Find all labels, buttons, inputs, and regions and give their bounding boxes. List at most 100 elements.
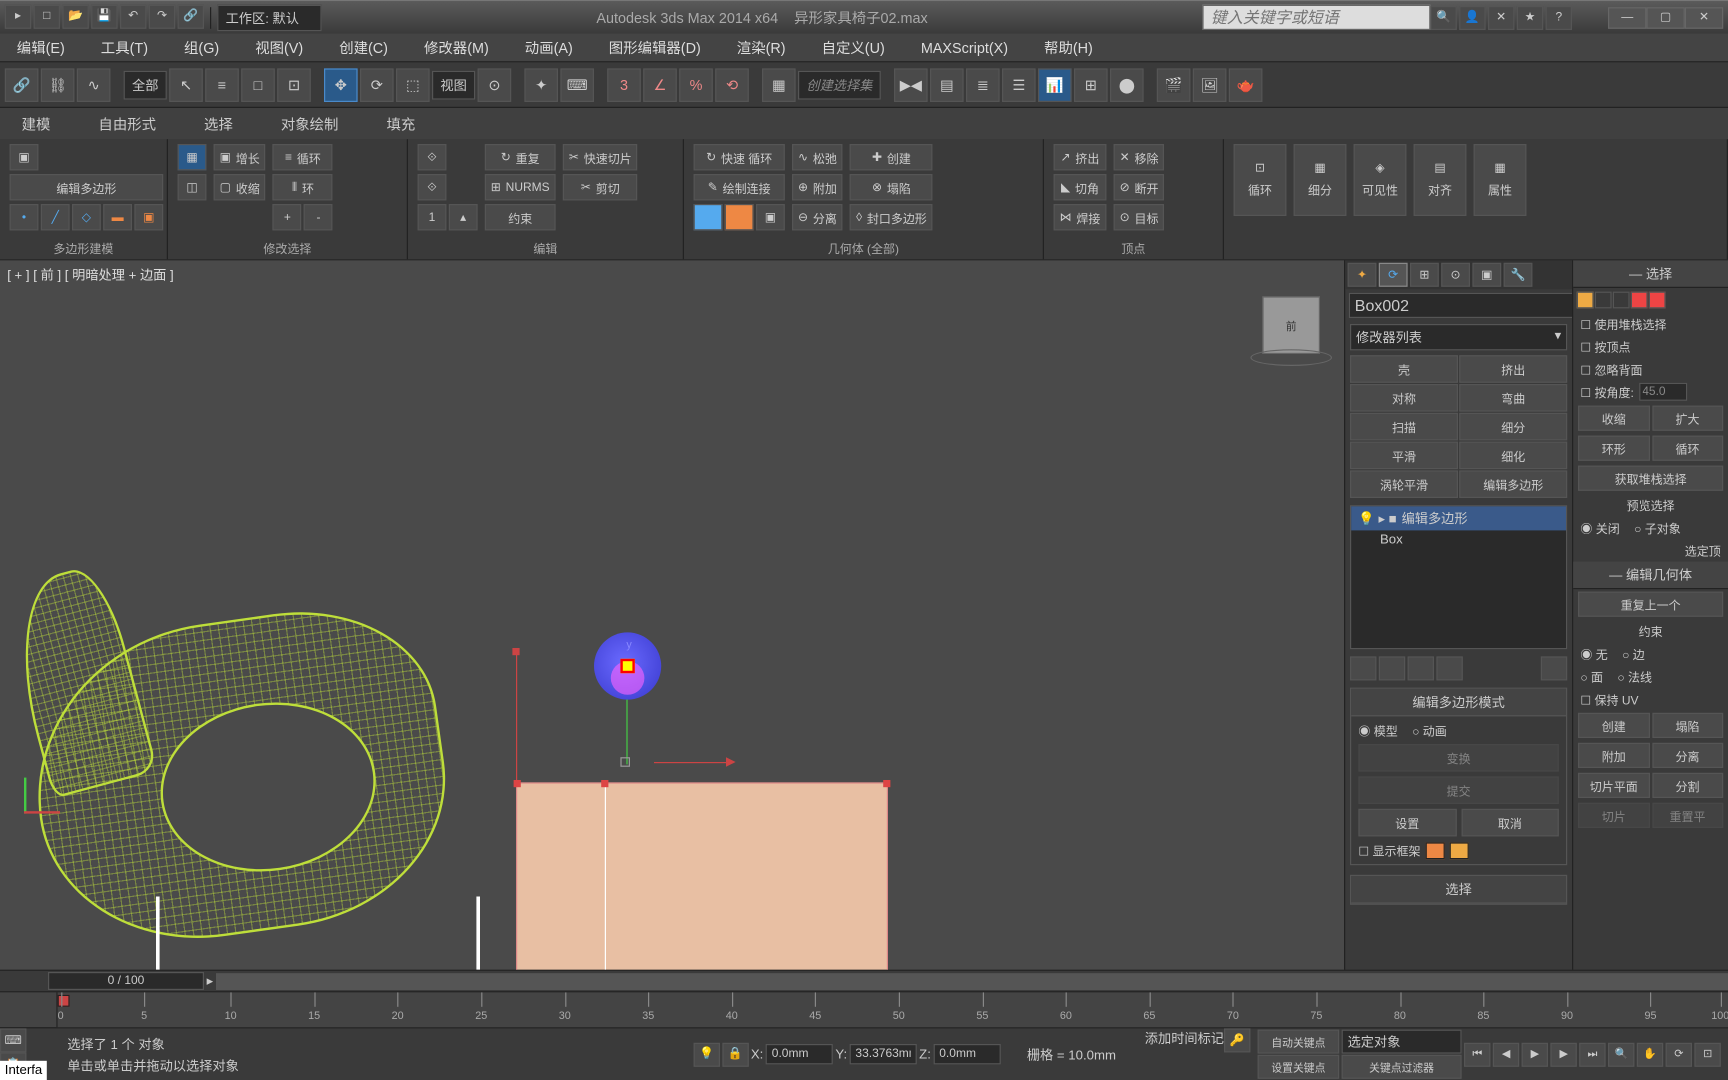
mod-refine[interactable]: 细化: [1459, 442, 1567, 470]
layer-icon[interactable]: ≣: [966, 68, 1000, 102]
sv-edge[interactable]: [1595, 292, 1612, 309]
remove-btn[interactable]: ✕ 移除: [1114, 144, 1165, 170]
big-loop[interactable]: ⊡循环: [1234, 144, 1287, 216]
mirror-icon[interactable]: ▶◀: [894, 68, 928, 102]
settings-btn[interactable]: 设置: [1358, 809, 1456, 837]
search-input[interactable]: [1202, 5, 1430, 30]
scale-icon[interactable]: ⬚: [396, 68, 430, 102]
menu-view[interactable]: 视图(V): [248, 32, 310, 62]
modifier-list[interactable]: 修改器列表▾: [1350, 324, 1567, 350]
keyboard-icon[interactable]: ⌨: [560, 68, 594, 102]
menu-group[interactable]: 组(G): [177, 32, 227, 62]
cut-btn[interactable]: ✂ 剪切: [563, 174, 638, 200]
unique-icon[interactable]: [1408, 656, 1434, 680]
box-object[interactable]: [516, 782, 888, 969]
cancel-btn[interactable]: 取消: [1461, 809, 1559, 837]
swift-icon[interactable]: ⟐: [418, 144, 447, 170]
c-edge[interactable]: ○ 边: [1622, 644, 1645, 662]
chamfer-btn[interactable]: ◣ 切角: [1054, 174, 1107, 200]
sel-lock-dd[interactable]: 选定对象: [1342, 1030, 1462, 1054]
pivot-icon[interactable]: ⊙: [478, 68, 512, 102]
modifier-stack[interactable]: 💡 ▸ ■ 编辑多边形 Box: [1350, 505, 1567, 649]
preview-subobj[interactable]: ○ 子对象: [1634, 518, 1681, 536]
s-slice-plane[interactable]: 切片平面: [1578, 773, 1649, 798]
loop-sel[interactable]: 循环: [1652, 436, 1723, 461]
grow-btn[interactable]: ▣ 增长: [214, 144, 266, 170]
signin-icon[interactable]: 👤: [1459, 5, 1485, 29]
show-end-icon[interactable]: [1379, 656, 1405, 680]
open-icon[interactable]: 📂: [62, 4, 88, 28]
ignore-icon[interactable]: ◫: [178, 174, 207, 200]
mod-editpoly[interactable]: 编辑多边形: [1459, 470, 1567, 498]
preview-off[interactable]: ◉ 关闭: [1580, 518, 1619, 536]
next-frame[interactable]: ▶: [1550, 1042, 1576, 1066]
panel-edit[interactable]: 编辑: [418, 239, 674, 257]
by-angle-check[interactable]: ☐ 按角度:: [1580, 383, 1633, 401]
tab-freeform[interactable]: 自由形式: [86, 109, 168, 139]
element-icon[interactable]: ▣: [134, 204, 163, 230]
loop-btn[interactable]: ≡ 循环: [273, 144, 333, 170]
tab-modeling[interactable]: 建模: [10, 109, 63, 139]
timeline[interactable]: 0 / 100 ▸: [0, 970, 1728, 992]
mod-turbo[interactable]: 涡轮平滑: [1350, 470, 1458, 498]
minimize-button[interactable]: —: [1608, 7, 1646, 29]
break-btn[interactable]: ⊘ 断开: [1114, 174, 1165, 200]
nurms-btn[interactable]: ⊞ NURMS: [485, 174, 556, 200]
ring-btn[interactable]: ⦀ 环: [273, 174, 333, 200]
render-icon[interactable]: 🫖: [1229, 68, 1263, 102]
num1[interactable]: 1: [418, 204, 447, 230]
lock-icon[interactable]: 💡: [693, 1042, 719, 1066]
set-key-btn[interactable]: 设置关键点: [1258, 1055, 1340, 1079]
qslice-btn[interactable]: ✂ 快速切片: [563, 144, 638, 170]
mod-subdivide[interactable]: 细分: [1459, 413, 1567, 441]
nav-max[interactable]: ⊡: [1694, 1042, 1720, 1066]
s-attach[interactable]: 附加: [1578, 743, 1649, 768]
big-subdiv[interactable]: ▦细分: [1294, 144, 1347, 216]
align-icon[interactable]: ▤: [930, 68, 964, 102]
shrink-sel[interactable]: 收缩: [1578, 406, 1649, 431]
angle-input[interactable]: [1639, 383, 1687, 401]
c2[interactable]: [725, 204, 754, 230]
num-spin[interactable]: ▴: [449, 204, 478, 230]
panel-geometry[interactable]: 几何体 (全部): [694, 239, 1034, 257]
mod-symmetry[interactable]: 对称: [1350, 384, 1458, 412]
c1[interactable]: [694, 204, 723, 230]
big-vis[interactable]: ◈可见性: [1354, 144, 1407, 216]
exchange-icon[interactable]: ✕: [1488, 5, 1514, 29]
render-setup-icon[interactable]: 🎬: [1157, 68, 1191, 102]
radio-model[interactable]: ◉ 模型: [1358, 721, 1397, 739]
lock2-icon[interactable]: 🔒: [722, 1042, 748, 1066]
app-menu[interactable]: ▸: [5, 4, 31, 28]
menu-custom[interactable]: 自定义(U): [814, 32, 892, 62]
repeat-btn[interactable]: ↻ 重复: [485, 144, 556, 170]
undo-icon[interactable]: ↶: [120, 4, 146, 28]
menu-create[interactable]: 创建(C): [332, 32, 395, 62]
create-tab[interactable]: ✦: [1348, 263, 1377, 287]
selection-set[interactable]: 创建选择集: [798, 70, 881, 99]
move-icon[interactable]: ✥: [324, 68, 358, 102]
stack-editpoly[interactable]: 💡 ▸ ■ 编辑多边形: [1351, 506, 1566, 530]
cap-btn[interactable]: ◊ 封口多边形: [850, 204, 933, 230]
key-filter-btn[interactable]: 关键点过滤器: [1342, 1055, 1462, 1079]
attach-btn[interactable]: ⊕ 附加: [792, 174, 843, 200]
weld-btn[interactable]: ⋈ 焊接: [1054, 204, 1107, 230]
window-cross-icon[interactable]: ⊡: [277, 68, 311, 102]
detach-btn[interactable]: ⊖ 分离: [792, 204, 843, 230]
play-btn[interactable]: ▶: [1522, 1042, 1548, 1066]
schematic-icon[interactable]: ⊞: [1074, 68, 1108, 102]
coord-system[interactable]: 视图: [432, 70, 475, 99]
edge-handle[interactable]: [512, 648, 519, 655]
motion-tab[interactable]: ⊙: [1441, 263, 1470, 287]
time-ruler[interactable]: 05 1015 2025 3035 4045 5055 6065 7075 80…: [0, 991, 1728, 1027]
rect-select-icon[interactable]: □: [241, 68, 275, 102]
c-normal[interactable]: ○ 法线: [1617, 667, 1652, 685]
panel-modeling[interactable]: 多边形建模: [10, 239, 158, 257]
side-title[interactable]: — 选择: [1573, 260, 1728, 288]
s-collapse[interactable]: 塌陷: [1652, 713, 1723, 738]
menu-modifier[interactable]: 修改器(M): [417, 32, 496, 62]
mod-shell[interactable]: 壳: [1350, 355, 1458, 383]
poly-sub-icon[interactable]: ▬: [103, 204, 132, 230]
poly-icon[interactable]: ▣: [10, 144, 39, 170]
ring-sel[interactable]: 环形: [1578, 436, 1649, 461]
big-align[interactable]: ▤对齐: [1414, 144, 1467, 216]
